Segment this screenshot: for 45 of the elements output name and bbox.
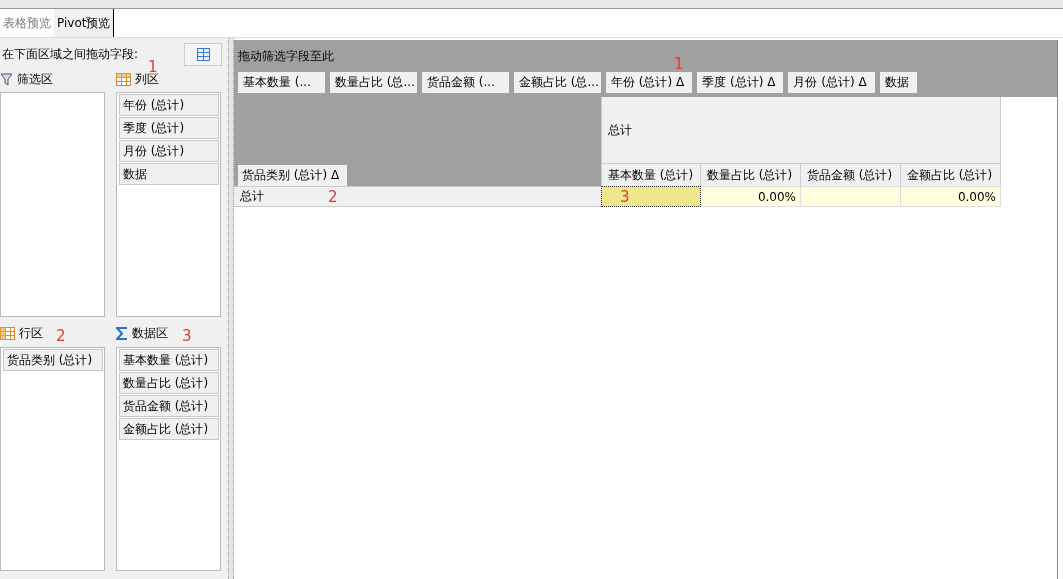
funnel-icon (0, 72, 13, 86)
area-label: 数据区 (132, 325, 168, 342)
row-header: 总计 2 (234, 186, 601, 207)
table-icon (0, 327, 15, 340)
table-icon (116, 72, 131, 86)
field-button[interactable]: 数据 (879, 72, 917, 93)
annotation-number: 3 (182, 328, 192, 344)
field-button[interactable]: 数量占比 (总... (330, 72, 417, 93)
row-field-button[interactable]: 货品类别 (总计) Δ (238, 165, 348, 186)
table-cell[interactable]: 0.00% (901, 186, 1001, 207)
area-label: 行区 (19, 325, 43, 342)
annotation-number: 3 (620, 190, 630, 205)
field-item[interactable]: 货品类别 (总计) (3, 348, 103, 371)
annotation-number: 2 (328, 190, 338, 205)
field-button[interactable]: 金额占比 (总... (514, 72, 601, 93)
field-button[interactable]: 月份 (总计) Δ (788, 72, 875, 93)
field-button[interactable]: 基本数量 (... (238, 72, 325, 93)
area-label: 筛选区 (17, 70, 53, 88)
measure-header: 基本数量 (总计) (601, 163, 701, 186)
filter-drop-zone-label: 拖动筛选字段至此 (238, 48, 334, 65)
sigma-icon (116, 327, 128, 340)
annotation-number: 2 (56, 328, 66, 344)
area-label: 列区 (135, 71, 159, 88)
column-header: 总计 (601, 97, 1001, 163)
tab[interactable]: Pivot预览 (54, 9, 115, 37)
field-item[interactable]: 季度 (总计) (119, 117, 219, 139)
field-item[interactable]: 年份 (总计) (119, 94, 219, 116)
field-item[interactable]: 金额占比 (总计) (119, 417, 219, 440)
field-button[interactable]: 季度 (总计) Δ (697, 72, 784, 93)
grid-icon (196, 47, 210, 61)
measure-header: 数量占比 (总计) (701, 163, 801, 186)
table-cell[interactable]: 0.00% (701, 186, 801, 207)
field-item[interactable]: 货品金额 (总计) (119, 394, 219, 417)
table-cell[interactable] (801, 186, 901, 207)
field-button[interactable]: 年份 (总计) Δ (606, 72, 693, 93)
field-button[interactable]: 货品金额 (... (422, 72, 509, 93)
measure-header: 货品金额 (总计) (801, 163, 901, 186)
field-item[interactable]: 数据 (119, 163, 219, 185)
field-item[interactable]: 基本数量 (总计) (119, 348, 219, 371)
layout-button[interactable] (184, 42, 222, 66)
annotation-number: 1 (674, 57, 684, 72)
measure-header: 金额占比 (总计) (901, 163, 1001, 186)
panel-instruction: 在下面区域之间拖动字段: (2, 45, 139, 63)
field-item[interactable]: 数量占比 (总计) (119, 371, 219, 394)
field-item[interactable]: 月份 (总计) (119, 140, 219, 162)
